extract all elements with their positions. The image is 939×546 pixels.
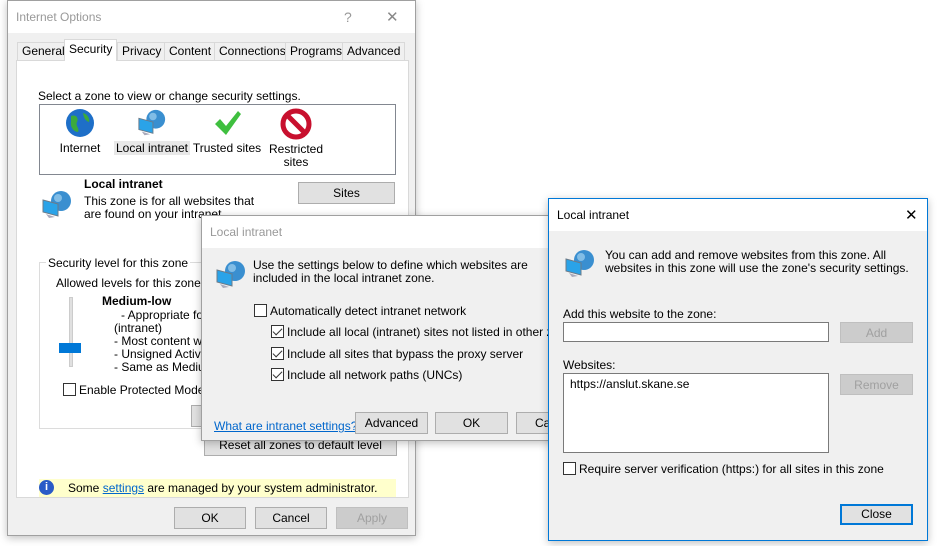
require-https-checkbox[interactable] [563,462,576,475]
no-entry-icon [280,108,312,140]
require-https-label: Require server verification (https:) for… [579,462,884,476]
protected-mode-checkbox[interactable] [63,383,76,396]
help-button[interactable]: ? [344,9,352,25]
zone-label: Restricted sites [268,142,324,169]
close-icon[interactable]: ✕ [905,206,918,224]
close-button[interactable]: ✕ [386,8,399,26]
group-title: Security level for this zone [46,256,191,270]
websites-list[interactable]: https://anslut.skane.se [563,373,829,453]
dialog-title: Local intranet [210,225,283,239]
include-unc-paths-checkbox[interactable] [271,368,284,381]
zone-prompt: Select a zone to view or change security… [38,89,301,103]
window-title: Internet Options [16,10,102,24]
add-website-label: Add this website to the zone: [563,307,717,321]
option-label: Include all sites that bypass the proxy … [287,347,524,361]
tab-connections[interactable]: Connections [214,42,291,60]
zone-label: Local intranet [114,141,190,155]
intranet-icon [564,249,596,279]
zone-local-intranet[interactable]: Local intranet [114,108,190,155]
close-button[interactable]: Close [840,504,913,525]
tab-programs[interactable]: Programs [285,42,348,60]
websites-label: Websites: [563,358,616,372]
option-label: Automatically detect intranet network [270,304,467,318]
level-name: Medium-low [102,294,172,308]
title-bar: Internet Options [8,1,415,33]
add-button[interactable]: Add [840,322,913,343]
ok-button[interactable]: OK [174,507,246,529]
include-local-sites-checkbox[interactable] [271,325,284,338]
tab-advanced[interactable]: Advanced [342,42,406,60]
tab-general[interactable]: General [17,42,70,60]
title-bar: Local intranet [549,199,927,231]
tab-content[interactable]: Content [164,42,217,60]
advanced-button[interactable]: Advanced [355,412,428,434]
sites-dialog: Local intranet ✕ You can add and remove … [548,198,928,541]
zone-restricted-sites[interactable]: Restricted sites [266,108,326,169]
intranet-icon [137,108,167,138]
info-icon: i [39,480,54,495]
cancel-button[interactable]: Cancel [255,507,327,529]
dialog-title: Local intranet [557,208,630,222]
dialog-description: Use the settings below to define which w… [253,258,528,285]
tab-security[interactable]: Security [64,39,118,61]
zone-internet[interactable]: Internet [55,108,105,155]
intranet-settings-dialog: Local intranet Use the settings below to… [201,215,571,441]
admin-info-bar: i Some settings are managed by your syst… [39,479,396,497]
sites-button[interactable]: Sites [298,182,395,204]
include-bypass-proxy-checkbox[interactable] [271,347,284,360]
checkmark-icon [215,111,241,135]
allowed-levels: Allowed levels for this zone: All [56,276,221,290]
intranet-icon [215,260,247,290]
website-list-item[interactable]: https://anslut.skane.se [570,377,822,391]
security-slider[interactable] [59,297,81,367]
tab-privacy[interactable]: Privacy [117,42,167,60]
admin-info-text: Some settings are managed by your system… [68,481,378,495]
auto-detect-checkbox[interactable] [254,304,267,317]
zone-list: Internet Local intranet Trusted sites Re… [39,104,396,175]
title-bar: Local intranet [202,216,570,248]
remove-button[interactable]: Remove [840,374,913,395]
intranet-icon [41,190,73,220]
add-website-input[interactable] [563,322,829,342]
zone-label: Trusted sites [192,141,262,155]
settings-link[interactable]: settings [103,481,144,495]
zone-label: Internet [59,141,101,155]
globe-icon [66,109,94,137]
option-label: Include all local (intranet) sites not l… [287,325,571,339]
apply-button[interactable]: Apply [336,507,408,529]
slider-thumb[interactable] [59,343,81,353]
zone-name: Local intranet [84,177,163,191]
zone-trusted-sites[interactable]: Trusted sites [192,108,262,155]
option-label: Include all network paths (UNCs) [287,368,463,382]
intranet-settings-help-link[interactable]: What are intranet settings? [214,419,357,433]
ok-button[interactable]: OK [435,412,508,434]
dialog-description: You can add and remove websites from thi… [605,248,909,275]
